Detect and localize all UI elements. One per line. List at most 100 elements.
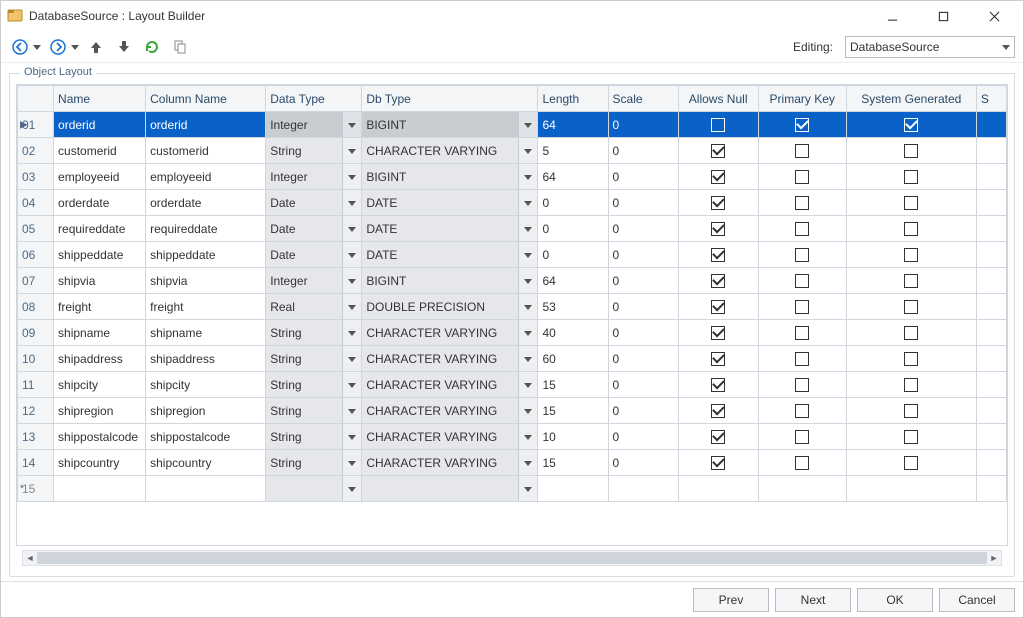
checkbox[interactable]: [763, 190, 842, 215]
checkbox[interactable]: [763, 372, 842, 397]
col-data-type[interactable]: Data Type: [266, 86, 362, 112]
row-indicator[interactable]: 10: [18, 346, 54, 372]
chevron-down-icon[interactable]: [343, 190, 361, 215]
cell-length[interactable]: 0: [538, 190, 608, 216]
checkbox[interactable]: [683, 320, 754, 345]
combo[interactable]: DATE: [362, 242, 537, 267]
row-indicator[interactable]: 05: [18, 216, 54, 242]
chevron-down-icon[interactable]: [343, 450, 361, 475]
combo[interactable]: Integer: [266, 164, 361, 189]
cell-name[interactable]: customerid: [54, 138, 146, 164]
table-row[interactable]: 07shipviashipviaIntegerBIGINT640: [18, 268, 1007, 294]
row-indicator[interactable]: *15: [18, 476, 54, 502]
cell-column-name[interactable]: orderdate: [146, 190, 266, 216]
table-row[interactable]: 03employeeidemployeeidIntegerBIGINT640: [18, 164, 1007, 190]
cell-column-name[interactable]: shipname: [146, 320, 266, 346]
editing-combo[interactable]: DatabaseSource: [845, 36, 1015, 58]
cancel-button[interactable]: Cancel: [939, 588, 1015, 612]
cell-column-name[interactable]: orderid: [146, 112, 266, 138]
cell-scale[interactable]: 0: [608, 294, 678, 320]
col-length[interactable]: Length: [538, 86, 608, 112]
combo[interactable]: String: [266, 320, 361, 345]
cell-scale[interactable]: 0: [608, 424, 678, 450]
cell-name[interactable]: shipaddress: [54, 346, 146, 372]
cell-length[interactable]: 0: [538, 242, 608, 268]
chevron-down-icon[interactable]: [343, 164, 361, 189]
minimize-button[interactable]: [870, 2, 915, 30]
combo[interactable]: [362, 476, 537, 501]
chevron-down-icon[interactable]: [519, 190, 537, 215]
chevron-down-icon[interactable]: [519, 398, 537, 423]
col-column-name[interactable]: Column Name: [146, 86, 266, 112]
refresh-button[interactable]: [141, 36, 163, 58]
checkbox[interactable]: [683, 242, 754, 267]
combo[interactable]: BIGINT: [362, 268, 537, 293]
checkbox[interactable]: [763, 424, 842, 449]
cell-name[interactable]: shipvia: [54, 268, 146, 294]
combo[interactable]: DATE: [362, 216, 537, 241]
chevron-down-icon[interactable]: [343, 372, 361, 397]
row-indicator[interactable]: 07: [18, 268, 54, 294]
cell-name[interactable]: shipcity: [54, 372, 146, 398]
chevron-down-icon[interactable]: [519, 216, 537, 241]
cell-scale[interactable]: 0: [608, 320, 678, 346]
checkbox[interactable]: [851, 190, 972, 215]
cell-scale[interactable]: 0: [608, 164, 678, 190]
checkbox[interactable]: [763, 346, 842, 371]
cell-column-name[interactable]: shipvia: [146, 268, 266, 294]
chevron-down-icon[interactable]: [519, 164, 537, 189]
cell-column-name[interactable]: shipcountry: [146, 450, 266, 476]
checkbox[interactable]: [763, 112, 842, 137]
checkbox[interactable]: [851, 372, 972, 397]
row-indicator[interactable]: 04: [18, 190, 54, 216]
back-dropdown[interactable]: [33, 36, 41, 58]
row-indicator[interactable]: 14: [18, 450, 54, 476]
cell-scale[interactable]: 0: [608, 138, 678, 164]
cell-name[interactable]: shippeddate: [54, 242, 146, 268]
scroll-left-icon[interactable]: ◄: [23, 551, 37, 565]
combo[interactable]: String: [266, 424, 361, 449]
table-row[interactable]: 02customeridcustomeridStringCHARACTER VA…: [18, 138, 1007, 164]
checkbox[interactable]: [851, 216, 972, 241]
col-db-type[interactable]: Db Type: [362, 86, 538, 112]
cell-name[interactable]: orderdate: [54, 190, 146, 216]
checkbox[interactable]: [763, 242, 842, 267]
col-allows-null[interactable]: Allows Null: [678, 86, 758, 112]
combo[interactable]: CHARACTER VARYING: [362, 424, 537, 449]
col-system-generated[interactable]: System Generated: [846, 86, 976, 112]
forward-dropdown[interactable]: [71, 36, 79, 58]
combo[interactable]: Real: [266, 294, 361, 319]
row-indicator[interactable]: 08: [18, 294, 54, 320]
combo[interactable]: [266, 476, 361, 501]
grid[interactable]: Name Column Name Data Type Db Type Lengt…: [16, 84, 1008, 546]
checkbox[interactable]: [683, 164, 754, 189]
checkbox[interactable]: [851, 346, 972, 371]
checkbox[interactable]: [763, 138, 842, 163]
table-row[interactable]: 09shipnameshipnameStringCHARACTER VARYIN…: [18, 320, 1007, 346]
cell-scale[interactable]: 0: [608, 450, 678, 476]
row-indicator[interactable]: 12: [18, 398, 54, 424]
checkbox[interactable]: [763, 216, 842, 241]
combo[interactable]: BIGINT: [362, 164, 537, 189]
cell-column-name[interactable]: shipcity: [146, 372, 266, 398]
col-extra[interactable]: S: [976, 86, 1006, 112]
chevron-down-icon[interactable]: [343, 320, 361, 345]
cell-length[interactable]: 64: [538, 268, 608, 294]
checkbox[interactable]: [851, 424, 972, 449]
checkbox[interactable]: [763, 398, 842, 423]
chevron-down-icon[interactable]: [519, 346, 537, 371]
cell-name[interactable]: shipregion: [54, 398, 146, 424]
col-scale[interactable]: Scale: [608, 86, 678, 112]
combo[interactable]: CHARACTER VARYING: [362, 398, 537, 423]
forward-button[interactable]: [47, 36, 69, 58]
cell-name[interactable]: shippostalcode: [54, 424, 146, 450]
checkbox[interactable]: [683, 450, 754, 475]
row-indicator[interactable]: 09: [18, 320, 54, 346]
scroll-right-icon[interactable]: ►: [987, 551, 1001, 565]
cell-scale[interactable]: 0: [608, 372, 678, 398]
chevron-down-icon[interactable]: [343, 138, 361, 163]
checkbox[interactable]: [683, 294, 754, 319]
table-row[interactable]: *15: [18, 476, 1007, 502]
cell-length[interactable]: 15: [538, 450, 608, 476]
checkbox[interactable]: [763, 450, 842, 475]
